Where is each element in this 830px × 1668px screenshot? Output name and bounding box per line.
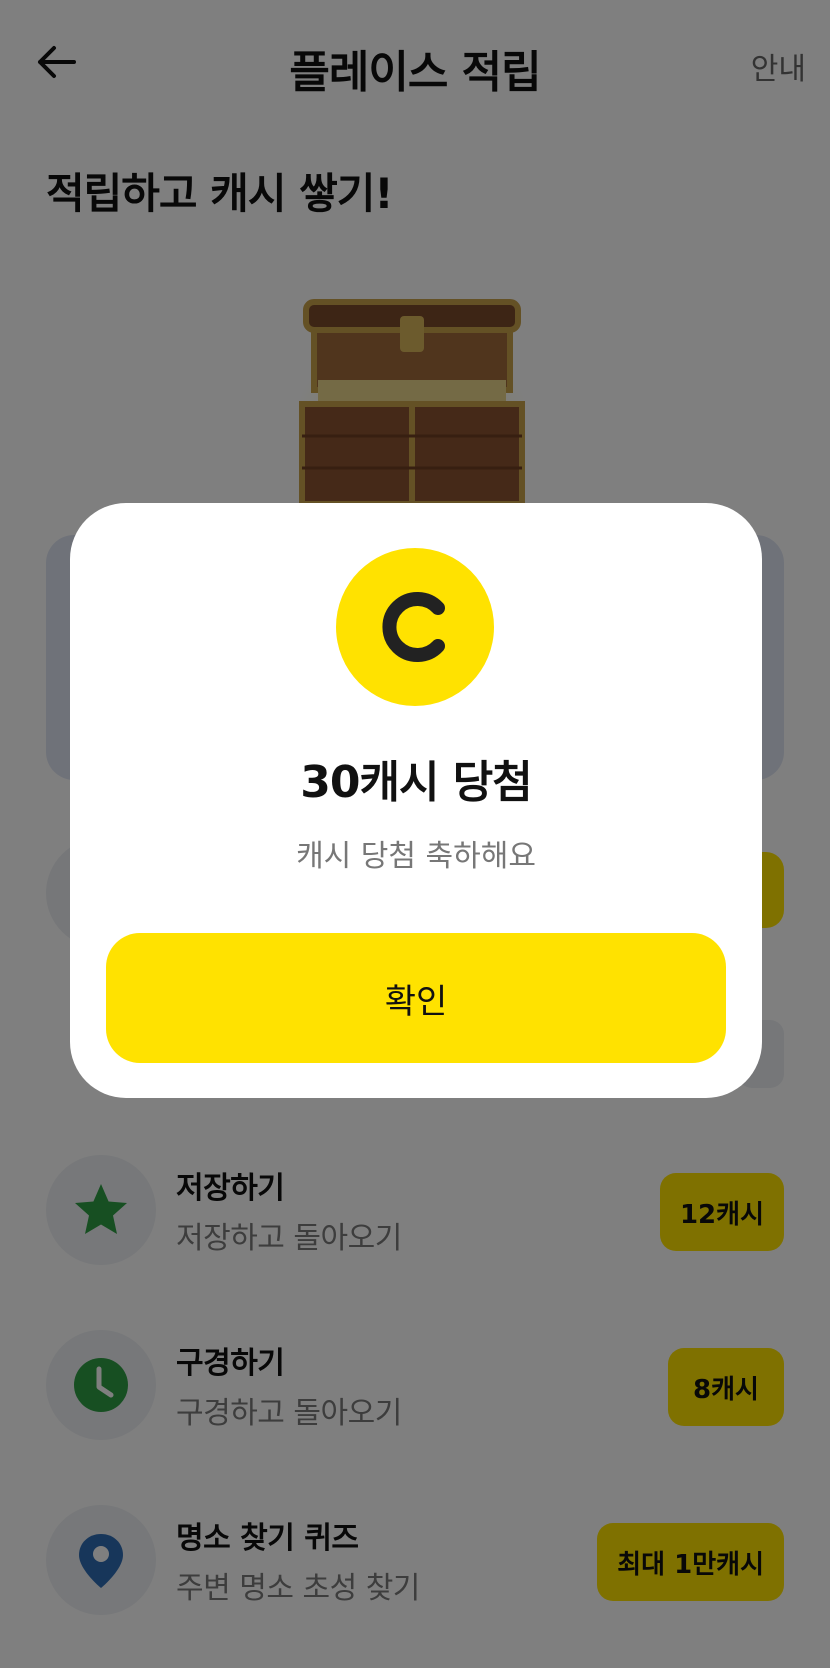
reward-modal: 30캐시 당첨 캐시 당첨 축하해요 확인	[70, 503, 762, 1098]
modal-message: 캐시 당첨 축하해요	[296, 839, 536, 874]
cash-coin-icon	[382, 592, 445, 662]
place-reward-page: 플레이스 적립 안내 적립하고 캐시 쌓기!	[0, 0, 830, 1668]
modal-title: 30캐시 당첨	[300, 757, 532, 808]
coin-badge	[336, 548, 494, 706]
confirm-button[interactable]: 확인	[106, 933, 726, 1063]
